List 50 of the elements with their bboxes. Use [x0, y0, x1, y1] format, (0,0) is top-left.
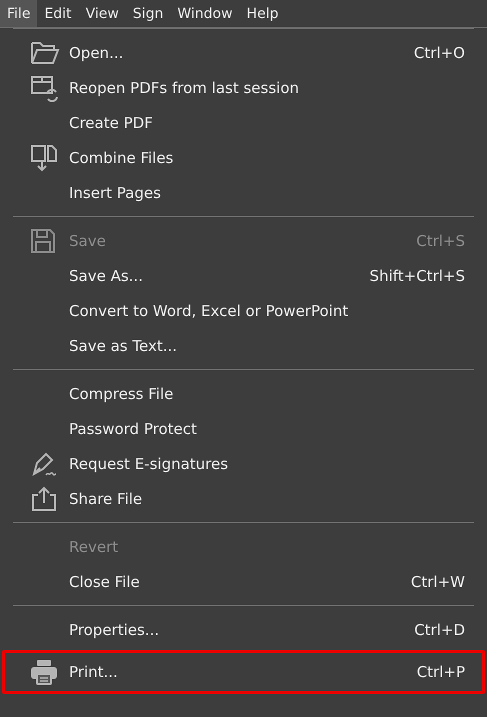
- menu-item[interactable]: Password Protect: [0, 411, 487, 446]
- menu-bar-item[interactable]: Help: [240, 0, 286, 27]
- menu-item-label: Properties...: [69, 620, 160, 638]
- menu-item[interactable]: Combine Files: [0, 140, 487, 175]
- menu-item[interactable]: Request E-signatures: [0, 446, 487, 481]
- shortcut-text: Ctrl+S: [416, 232, 465, 250]
- folder-icon: [30, 40, 60, 66]
- share-icon: [30, 484, 58, 512]
- menu-item-label: Revert: [69, 538, 120, 556]
- menu-item[interactable]: Reopen PDFs from last session: [0, 70, 487, 105]
- menu-item[interactable]: Properties... Ctrl+D: [0, 612, 487, 647]
- menu-item-label: Save: [69, 232, 107, 250]
- menu-item[interactable]: Print... Ctrl+P: [2, 650, 485, 694]
- menu-item-label: Request E-signatures: [69, 454, 230, 472]
- shortcut-text: Ctrl+W: [410, 572, 465, 590]
- shortcut-text: Ctrl+D: [414, 620, 465, 638]
- menu-item-label: Insert Pages: [69, 184, 162, 202]
- menu-item-label: Save As...: [69, 266, 144, 284]
- menu-item-label: Save as Text...: [69, 336, 178, 354]
- menu-item-label: Convert to Word, Excel or PowerPoint: [69, 302, 350, 320]
- menu-item-label: Password Protect: [69, 420, 198, 438]
- menu-bar-item[interactable]: File: [0, 0, 38, 27]
- menu-item[interactable]: Create PDF: [0, 105, 487, 140]
- menu-item-label: Create PDF: [69, 114, 154, 132]
- menu-item-label: Print...: [69, 663, 119, 681]
- save-icon: [30, 228, 56, 254]
- menu-bar-item[interactable]: View: [78, 0, 126, 27]
- menu-item[interactable]: Insert Pages: [0, 175, 487, 210]
- menu-item[interactable]: Convert to Word, Excel or PowerPoint: [0, 293, 487, 328]
- shortcut-text: Shift+Ctrl+S: [370, 266, 465, 284]
- menu-item[interactable]: Close File Ctrl+W: [0, 564, 487, 599]
- menu-item[interactable]: Open... Ctrl+O: [0, 35, 487, 70]
- menu-item-label: Reopen PDFs from last session: [69, 78, 300, 96]
- menu-item-label: Share File: [69, 490, 144, 508]
- shortcut-text: Ctrl+P: [416, 663, 465, 681]
- shortcut-text: Ctrl+O: [414, 44, 465, 62]
- menu-item[interactable]: Save as Text...: [0, 328, 487, 363]
- menu-bar-item[interactable]: Window: [170, 0, 240, 27]
- document-download-icon: [30, 142, 58, 172]
- window-refresh-icon: [30, 74, 60, 102]
- menu-item[interactable]: Save As... Shift+Ctrl+S: [0, 258, 487, 293]
- menu-item[interactable]: Compress File: [0, 376, 487, 411]
- menu-bar-item[interactable]: Sign: [126, 0, 170, 27]
- menu-item-label: Open...: [69, 44, 124, 62]
- menu-item-label: Combine Files: [69, 148, 174, 166]
- printer-icon: [30, 659, 58, 685]
- menu-bar-item[interactable]: Edit: [37, 0, 79, 27]
- menu-item-label: Close File: [69, 572, 141, 590]
- menu-item-label: Compress File: [69, 384, 174, 402]
- menu-item[interactable]: Share File: [0, 481, 487, 516]
